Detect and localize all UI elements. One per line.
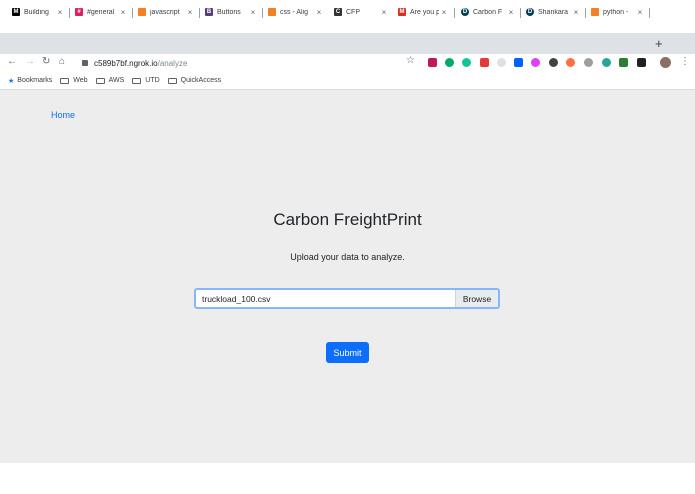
tab-label: #general (87, 8, 115, 16)
slack-icon: # (75, 8, 83, 16)
tab-cfp[interactable]: C CFP × (330, 3, 392, 21)
close-icon[interactable]: × (571, 8, 581, 17)
bookmark-folder-quickaccess[interactable]: QuickAccess (167, 77, 222, 84)
home-link[interactable]: Home (51, 110, 75, 120)
stackoverflow-icon (591, 8, 599, 16)
close-icon[interactable]: × (439, 8, 449, 17)
tab-label: Building (24, 8, 49, 16)
folder-icon (132, 77, 142, 84)
bookmarks-label: Bookmarks (17, 77, 53, 84)
tab-buttons[interactable]: B Buttons × (201, 3, 261, 21)
close-icon[interactable]: × (314, 8, 324, 17)
tab-label: Are you p (410, 8, 439, 16)
close-icon[interactable]: × (248, 8, 258, 17)
folder-icon (95, 77, 105, 84)
extension-icon[interactable] (602, 58, 611, 67)
folder-icon (60, 77, 70, 84)
tab-building[interactable]: M Building × (8, 3, 68, 21)
tab-label: javascript (150, 8, 180, 16)
tab-label: Buttons (217, 8, 241, 16)
home-icon[interactable]: ⌂ (59, 56, 65, 67)
bookmark-folder-label: UTD (145, 77, 160, 84)
devpost-icon: D (461, 8, 469, 16)
url-host: c589b7bf.ngrok.io (94, 58, 158, 68)
submit-button[interactable]: Submit (326, 342, 369, 363)
extension-icon[interactable] (584, 58, 593, 67)
bookmark-folder-label: AWS (108, 77, 125, 84)
bootstrap-icon: B (205, 8, 213, 16)
medium-icon: M (12, 8, 20, 16)
reload-icon[interactable]: ↻ (42, 56, 50, 67)
tab-label: Shankara (538, 8, 568, 16)
tab-separator (199, 8, 200, 18)
tab-python[interactable]: python - × (587, 3, 648, 21)
back-icon[interactable]: ← (7, 56, 17, 67)
extension-icon[interactable] (566, 58, 575, 67)
bookmarks-menu[interactable]: ★ Bookmarks (8, 77, 52, 85)
tab-label: python - (603, 8, 629, 16)
extension-icon[interactable] (428, 58, 437, 67)
tab-carbon[interactable]: D Carbon F × (457, 3, 519, 21)
tab-label: css - Alig (280, 8, 309, 16)
extension-icon[interactable] (445, 58, 454, 67)
tab-separator (262, 8, 263, 18)
close-icon[interactable]: × (506, 8, 516, 17)
gmail-icon: M (398, 8, 406, 16)
tab-separator (649, 8, 650, 18)
close-icon[interactable]: × (379, 8, 389, 17)
bookmark-folder-aws[interactable]: AWS (95, 77, 125, 84)
cfp-icon: C (334, 8, 342, 16)
bookmark-folder-utd[interactable]: UTD (132, 77, 160, 84)
extension-icon[interactable] (637, 58, 646, 67)
stackoverflow-icon (268, 8, 276, 16)
tab-javascript[interactable]: javascript × (134, 3, 198, 21)
folder-icon (167, 77, 177, 84)
avatar[interactable] (660, 57, 671, 68)
dropbox-icon[interactable] (514, 58, 523, 67)
tab-separator (132, 8, 133, 18)
star-icon: ★ (8, 77, 15, 85)
tab-separator (520, 8, 521, 18)
extension-icon[interactable] (480, 58, 489, 67)
page-title: Carbon FreightPrint (273, 210, 422, 229)
close-icon[interactable]: × (118, 8, 128, 17)
tab-strip (0, 33, 695, 54)
file-upload-input[interactable]: truckload_100.csv Browse (194, 288, 500, 309)
tab-separator (585, 8, 586, 18)
page-content (0, 90, 695, 463)
tab-css[interactable]: css - Alig × (264, 3, 327, 21)
tab-general[interactable]: # #general × (71, 3, 131, 21)
forward-icon[interactable]: → (25, 56, 35, 67)
extension-icon[interactable] (497, 58, 506, 67)
lock-icon (82, 60, 88, 66)
address-bar[interactable]: c589b7bf.ngrok.io /analyze (76, 55, 421, 71)
devpost-icon: D (526, 8, 534, 16)
close-icon[interactable]: × (55, 8, 65, 17)
extension-icon[interactable] (462, 58, 471, 67)
extension-icon[interactable] (549, 58, 558, 67)
bookmark-folder-label: Web (73, 77, 88, 84)
tab-label: CFP (346, 8, 360, 16)
tab-shankara[interactable]: D Shankara × (522, 3, 584, 21)
file-name: truckload_100.csv (202, 293, 271, 304)
tab-separator (454, 8, 455, 18)
extension-icon[interactable] (531, 58, 540, 67)
bookmark-folder-label: QuickAccess (180, 77, 222, 84)
tab-separator (69, 8, 70, 18)
bookmarks-bar: ★ Bookmarks Web AWS UTD QuickAccess (0, 72, 695, 90)
bookmark-folder-web[interactable]: Web (60, 77, 88, 84)
url-path: /analyze (157, 58, 188, 68)
menu-icon[interactable]: ⋮ (680, 56, 690, 67)
stackoverflow-icon (138, 8, 146, 16)
browse-button[interactable]: Browse (455, 290, 498, 307)
extension-icon[interactable] (619, 58, 628, 67)
close-icon[interactable]: × (185, 8, 195, 17)
tab-label: Carbon F (473, 8, 503, 16)
bookmark-star-icon[interactable]: ☆ (406, 55, 415, 66)
close-icon[interactable]: × (635, 8, 645, 17)
page-subtitle: Upload your data to analyze. (290, 252, 405, 262)
new-tab-icon[interactable]: + (655, 36, 663, 51)
tab-are-you[interactable]: M Are you p × (394, 3, 452, 21)
